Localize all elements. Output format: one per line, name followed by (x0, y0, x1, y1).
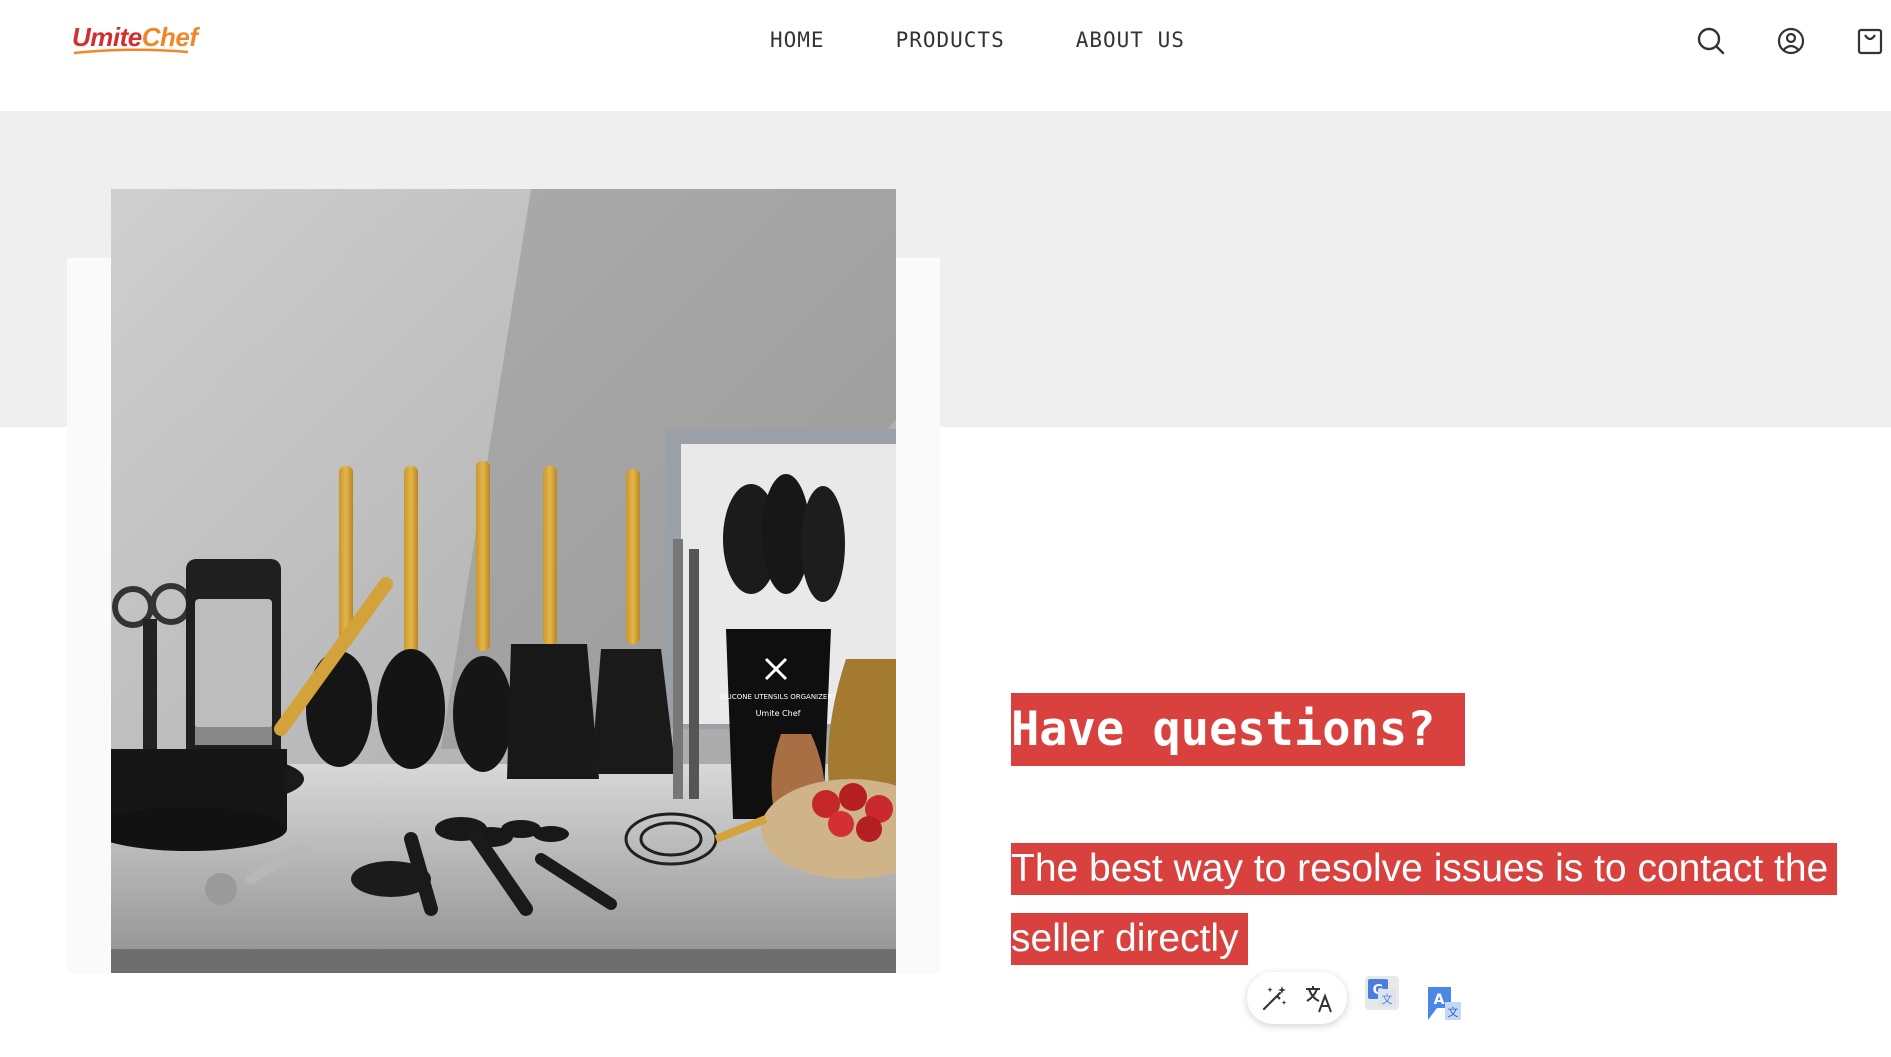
nav-products[interactable]: PRODUCTS (896, 28, 1005, 52)
have-questions-heading: Have questions? (1011, 693, 1466, 766)
google-translate-icon[interactable]: G 文 (1364, 975, 1400, 1011)
main-nav: HOME PRODUCTS ABOUT US (770, 28, 1256, 52)
magic-wand-icon[interactable] (1258, 983, 1290, 1015)
holder-brand: Umite Chef (756, 709, 801, 718)
account-icon[interactable] (1774, 24, 1808, 58)
nav-home[interactable]: HOME (770, 28, 825, 52)
translate-a-icon[interactable]: A 文 (1425, 984, 1465, 1024)
svg-text:文: 文 (1448, 1005, 1459, 1019)
product-image: SILICONE UTENSILS ORGANIZERS Umite Chef (111, 189, 896, 973)
nav-about-us[interactable]: ABOUT US (1076, 28, 1185, 52)
site-header: UmiteChef HOME PRODUCTS ABOUT US (0, 0, 1891, 111)
svg-text:文: 文 (1382, 992, 1393, 1006)
cart-icon[interactable] (1853, 24, 1887, 58)
selection-toolbar (1247, 972, 1347, 1024)
contact-seller-text: The best way to resolve issues is to con… (1011, 834, 1865, 974)
translate-icon[interactable] (1303, 983, 1335, 1015)
svg-text:A: A (1434, 992, 1445, 1008)
search-icon[interactable] (1694, 24, 1728, 58)
holder-label: SILICONE UTENSILS ORGANIZERS (719, 693, 837, 701)
contact-seller-text-highlight: The best way to resolve issues is to con… (1011, 843, 1838, 965)
logo-swoosh (73, 48, 189, 55)
